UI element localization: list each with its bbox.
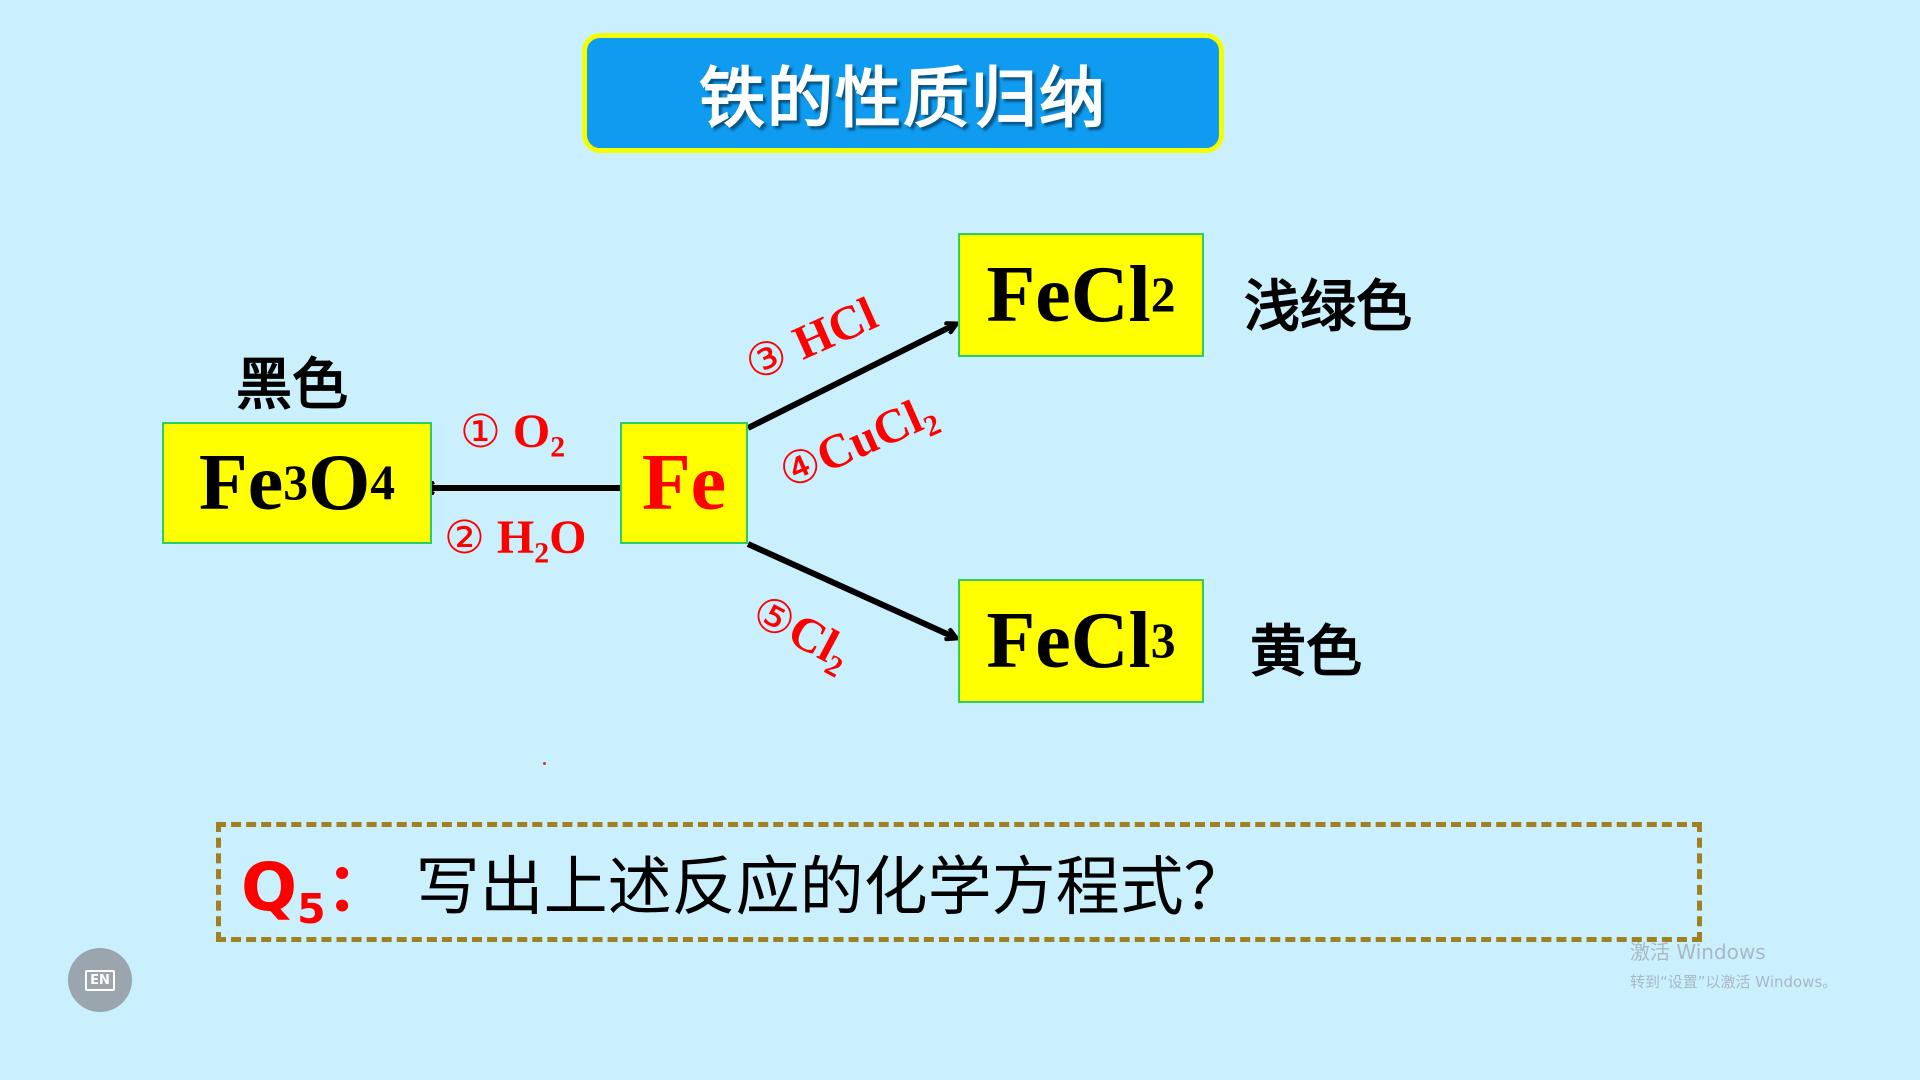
slide-title: 铁的性质归纳 [699,60,1107,137]
question-text: 写出上述反应的化学方程式？ [415,851,1248,925]
condition-3-hcl: ③ HCl [737,286,886,392]
fecl3-main: FeCl [986,596,1151,685]
windows-activation-watermark: 激活 Windows 转到“设置”以激活 Windows。 [1630,936,1837,992]
title-banner: 铁的性质归纳 [582,33,1224,153]
condition-5-cl2: ⑤Cl2 [743,583,860,684]
language-switch-button[interactable]: EN [68,948,132,1012]
question-label-colon: ： [325,849,392,926]
condition-2-tail: O [549,511,587,564]
compound-fecl3: FeCl 3 [958,579,1204,703]
condition-1-sub: 2 [550,430,566,464]
color-label-yellow: 黄色 [1250,620,1362,685]
condition-2-h2o: ② H2O [444,510,587,568]
fe3o4-fe: Fe [198,438,284,527]
color-label-black: 黑色 [236,353,348,418]
condition-4-main: CuCl [808,390,931,484]
condition-2-main: H [484,511,535,564]
condition-1-o2: ① O2 [460,404,565,462]
stray-dot [543,762,546,765]
condition-1-number: ① [460,405,501,458]
fe3o4-o: O [308,438,371,527]
slide: 铁的性质归纳 Fe 3 O 4 Fe FeCl 2 FeCl 3 黑色 浅绿色 黄色 ① … [0,0,1920,1080]
condition-3-main: HCl [774,287,886,376]
condition-4-cucl2: ④CuCl2 [771,383,946,500]
watermark-line-2: 转到“设置”以激活 Windows。 [1630,973,1838,991]
compound-fecl2: FeCl 2 [958,233,1204,357]
keyboard-language-icon: EN [85,969,115,991]
condition-2-number: ② [444,511,485,564]
condition-1-main: O [500,405,551,458]
color-label-light-green: 浅绿色 [1244,275,1412,340]
compound-fe: Fe [620,422,748,544]
question-label-sub: 5 [297,885,326,934]
question-box: Q5： 写出上述反应的化学方程式？ [216,822,1702,942]
fecl2-main: FeCl [986,250,1151,339]
watermark-line-1: 激活 Windows [1630,940,1766,964]
question-label-q: Q [241,849,298,926]
fe-text: Fe [641,438,727,527]
question-label: Q5： [241,834,392,930]
condition-2-sub: 2 [534,536,550,570]
compound-fe3o4: Fe 3 O 4 [162,422,432,544]
